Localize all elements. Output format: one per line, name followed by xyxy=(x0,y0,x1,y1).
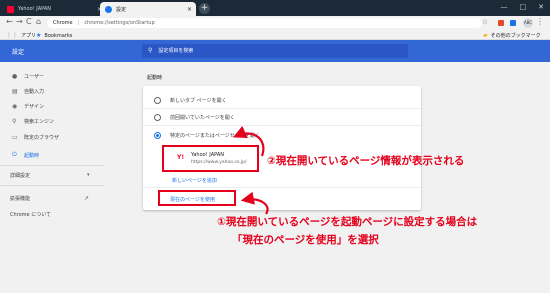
bookmark-apps[interactable]: ⋮⋮ アプリ xyxy=(6,32,36,39)
sidebar-item-label: Chrome について xyxy=(10,211,52,218)
annotation-note-1-line-2: 「現在のページを使用」を選択 xyxy=(232,234,379,246)
sidebar-item-appearance[interactable]: ◉ デザイン xyxy=(12,101,44,111)
extension-icon[interactable] xyxy=(510,20,516,26)
card-divider xyxy=(143,187,421,188)
bookmark-label: アプリ xyxy=(21,33,37,39)
search-icon: ⚲ xyxy=(148,47,153,54)
sidebar-item-label: 検索エンジン xyxy=(24,118,55,125)
option-label: 新しいタブ ページを開く xyxy=(170,98,227,104)
option-label: 特定のページまたはページセットを開く xyxy=(170,133,260,139)
extension-icon[interactable] xyxy=(498,20,504,26)
reload-button[interactable]: C xyxy=(26,17,32,26)
autofill-icon: ▤ xyxy=(12,87,18,95)
sidebar-item-label: 詳細設定 xyxy=(10,172,31,179)
bookmark-label: Bookmarks xyxy=(44,32,73,39)
address-origin: Chrome xyxy=(53,20,73,26)
sidebar-item-about-chrome[interactable]: Chrome について xyxy=(10,209,51,219)
sidebar-item-label: 自動入力 xyxy=(24,88,45,95)
option-label: 前回開いていたページを開く xyxy=(170,115,235,121)
tab-settings[interactable]: 設定 × xyxy=(100,2,196,16)
highlight-box-use-current xyxy=(158,190,236,206)
bookmark-label: その他のブックマーク xyxy=(490,33,541,39)
annotation-note-2: ②現在開いているページ情報が表示される xyxy=(267,155,465,167)
settings-search-input[interactable]: ⚲ 設定項目を検索 xyxy=(142,44,408,58)
browser-toolbar: ← → C ⌂ Chrome | chrome://settings/onStart… xyxy=(0,16,550,30)
page-title: 設定 xyxy=(12,49,25,56)
tab-strip: Yahoo! JAPAN × 設定 × + — □ ✕ xyxy=(0,0,550,16)
new-tab-button[interactable]: + xyxy=(199,3,210,14)
bookmarks-bar: ⋮⋮ アプリ ★ Bookmarks ▰ その他のブックマーク xyxy=(0,30,550,40)
star-icon: ★ xyxy=(36,32,42,39)
sidebar-item-search-engine[interactable]: ⚲ 検索エンジン xyxy=(12,116,54,126)
minimize-button[interactable]: — xyxy=(501,3,508,11)
sidebar-divider xyxy=(0,185,105,186)
tab-yahoo-japan[interactable]: Yahoo! JAPAN × xyxy=(2,2,106,16)
radio-button[interactable] xyxy=(154,114,161,121)
sidebar-item-label: ユーザー xyxy=(24,73,44,80)
home-button[interactable]: ⌂ xyxy=(36,17,41,26)
sidebar-item-default-browser[interactable]: ▭ 既定のブラウザ xyxy=(12,132,59,142)
close-window-button[interactable]: ✕ xyxy=(538,3,544,11)
sidebar-divider xyxy=(0,165,105,166)
address-path: chrome://settings/onStartup xyxy=(84,20,155,26)
sidebar-item-extensions[interactable]: 拡張機能 ↗ xyxy=(10,193,89,203)
tab-close-icon[interactable]: × xyxy=(187,6,192,13)
more-menu-icon[interactable]: ⋮ xyxy=(536,17,544,26)
settings-sidebar: ● ユーザー ▤ 自動入力 ◉ デザイン ⚲ 検索エンジン ▭ 既定のブラウザ ⏻ 起動時 … xyxy=(0,62,110,293)
address-separator: | xyxy=(77,20,80,26)
person-icon: ● xyxy=(12,72,18,80)
sidebar-item-label: 拡張機能 xyxy=(10,195,31,202)
open-external-icon: ↗ xyxy=(84,194,90,202)
startup-option-new-tab[interactable]: 新しいタブ ページを開く xyxy=(143,92,421,109)
section-title: 起動時 xyxy=(147,75,163,81)
add-new-page-link[interactable]: 新しいページを追加 xyxy=(172,177,217,184)
bookmark-other[interactable]: ▰ その他のブックマーク xyxy=(483,32,541,39)
highlight-box-page-entry xyxy=(162,145,259,172)
sidebar-item-label: 起動時 xyxy=(24,152,40,159)
address-bar[interactable]: Chrome | chrome://settings/onStartup xyxy=(47,18,482,28)
maximize-button[interactable]: □ xyxy=(520,3,527,11)
window-controls: — □ ✕ xyxy=(501,3,545,11)
back-button[interactable]: ← xyxy=(6,17,13,26)
forward-button[interactable]: → xyxy=(16,17,23,26)
apps-grid-icon: ⋮⋮ xyxy=(6,32,18,39)
startup-option-specific-pages[interactable]: 特定のページまたはページセットを開く xyxy=(143,127,421,144)
sidebar-item-label: デザイン xyxy=(24,103,45,110)
tab-title: 設定 xyxy=(116,6,127,13)
search-placeholder: 設定項目を検索 xyxy=(158,48,194,54)
radio-button-checked[interactable] xyxy=(154,132,161,139)
folder-icon: ▰ xyxy=(483,32,488,39)
settings-header: 設定 ⚲ 設定項目を検索 xyxy=(0,40,550,62)
sidebar-item-on-startup[interactable]: ⏻ 起動時 xyxy=(12,150,39,160)
sidebar-item-users[interactable]: ● ユーザー xyxy=(12,71,44,81)
sidebar-item-advanced[interactable]: 詳細設定 ▾ xyxy=(10,170,90,180)
palette-icon: ◉ xyxy=(12,102,18,110)
sidebar-item-label: 既定のブラウザ xyxy=(24,134,60,141)
browser-icon: ▭ xyxy=(12,133,18,141)
sidebar-item-autofill[interactable]: ▤ 自動入力 xyxy=(12,86,44,96)
radio-button[interactable] xyxy=(154,97,161,104)
gear-icon xyxy=(105,5,112,13)
bookmark-bookmarks[interactable]: ★ Bookmarks xyxy=(36,32,72,39)
yahoo-favicon-icon xyxy=(7,5,14,13)
annotation-note-1-line-1: ①現在開いているページを起動ページに設定する場合は xyxy=(217,216,478,228)
search-icon: ⚲ xyxy=(12,117,17,125)
avatar[interactable]: ABC xyxy=(523,18,533,28)
bookmark-star-icon[interactable]: ☆ xyxy=(482,18,488,26)
chevron-down-icon: ▾ xyxy=(87,172,90,178)
power-icon: ⏻ xyxy=(12,151,17,158)
startup-option-continue[interactable]: 前回開いていたページを開く xyxy=(143,109,421,126)
tab-title: Yahoo! JAPAN xyxy=(18,6,51,12)
